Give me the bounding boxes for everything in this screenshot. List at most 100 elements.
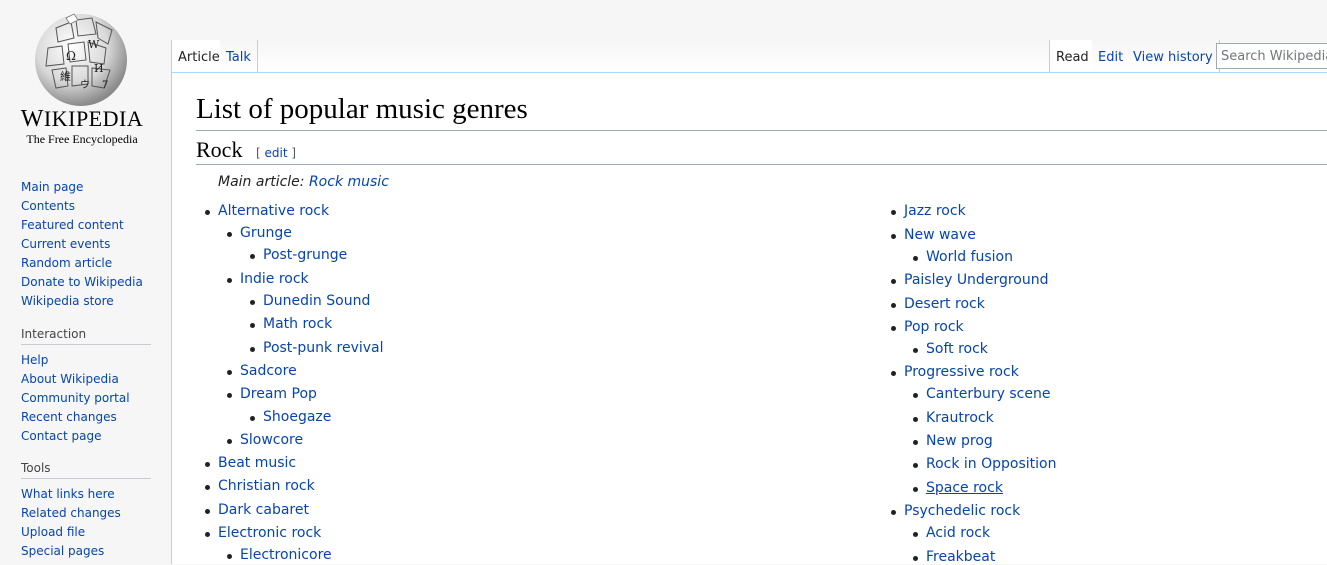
wikipedia-logo[interactable]: Ω W И 維 ウ 7 WIKIPEDIA The Free Encyclope… — [0, 0, 160, 160]
list-bullet — [227, 393, 232, 398]
sidebar-item-current-events[interactable]: Current events — [21, 235, 151, 254]
puzzle-globe-icon: Ω W И 維 ウ 7 — [35, 13, 127, 106]
genre-link-new-wave[interactable]: New wave — [904, 227, 976, 243]
genre-link-new-prog[interactable]: New prog — [926, 433, 993, 449]
list-bullet — [913, 348, 918, 353]
list-bullet — [891, 210, 896, 215]
list-bullet — [913, 417, 918, 422]
svg-text:維: 維 — [60, 70, 71, 83]
tab-edit[interactable]: Edit — [1092, 40, 1131, 73]
sidebar-item-donate-to-wikipedia[interactable]: Donate to Wikipedia — [21, 273, 151, 292]
genre-link-krautrock[interactable]: Krautrock — [926, 410, 994, 426]
genre-link-freakbeat[interactable]: Freakbeat — [926, 549, 995, 565]
tab-view-history-label: View history — [1133, 50, 1213, 65]
svg-text:7: 7 — [102, 80, 108, 91]
genre-link-canterbury-scene[interactable]: Canterbury scene — [926, 386, 1050, 402]
list-bullet — [891, 303, 896, 308]
genre-link-post-grunge[interactable]: Post-grunge — [263, 247, 347, 263]
genre-link-electronic-rock[interactable]: Electronic rock — [218, 525, 321, 541]
genre-link-desert-rock[interactable]: Desert rock — [904, 296, 985, 312]
tab-talk-label: Talk — [226, 50, 251, 65]
sidebar-item-wikipedia-store[interactable]: Wikipedia store — [21, 292, 151, 311]
sidebar-item-contents[interactable]: Contents — [21, 197, 151, 216]
sidebar-item-help[interactable]: Help — [21, 351, 151, 370]
sidebar-item-contact-page[interactable]: Contact page — [21, 427, 151, 446]
svg-text:И: И — [94, 62, 104, 75]
sidebar-item-recent-changes[interactable]: Recent changes — [21, 408, 151, 427]
sidebar-item-what-links-here[interactable]: What links here — [21, 485, 151, 504]
genre-link-beat-music[interactable]: Beat music — [218, 455, 296, 471]
list-bullet — [913, 532, 918, 537]
page-title: List of popular music genres — [196, 93, 528, 125]
section-divider — [196, 164, 1327, 165]
genre-link-progressive-rock[interactable]: Progressive rock — [904, 364, 1019, 380]
tab-edit-label: Edit — [1098, 50, 1124, 65]
genre-link-pop-rock[interactable]: Pop rock — [904, 319, 964, 335]
tab-article-label: Article — [178, 50, 220, 65]
edit-section-link: [ edit ] — [256, 146, 297, 160]
list-bullet — [891, 371, 896, 376]
genre-link-slowcore[interactable]: Slowcore — [240, 432, 303, 448]
genre-link-space-rock[interactable]: Space rock — [926, 480, 1003, 496]
svg-text:ウ: ウ — [80, 79, 90, 91]
hatnote-link-rock-music[interactable]: Rock music — [309, 174, 389, 190]
sidebar-item-random-article[interactable]: Random article — [21, 254, 151, 273]
genre-link-dream-pop[interactable]: Dream Pop — [240, 386, 317, 402]
svg-text:Ω: Ω — [66, 49, 76, 63]
tab-read[interactable]: Read — [1049, 40, 1096, 73]
sidebar-interaction: Interaction Help About Wikipedia Community… — [21, 327, 151, 446]
genre-link-paisley-underground[interactable]: Paisley Underground — [904, 272, 1048, 288]
list-bullet — [227, 370, 232, 375]
sidebar-item-featured-content[interactable]: Featured content — [21, 216, 151, 235]
list-bullet — [913, 256, 918, 261]
hatnote: Main article: Rock music — [218, 174, 389, 190]
list-bullet — [913, 393, 918, 398]
genre-link-rock-in-opposition[interactable]: Rock in Opposition — [926, 456, 1057, 472]
list-bullet — [250, 323, 255, 328]
genre-link-christian-rock[interactable]: Christian rock — [218, 478, 315, 494]
hatnote-prefix: Main article: — [218, 174, 309, 190]
genre-link-alternative-rock[interactable]: Alternative rock — [218, 203, 329, 219]
sidebar-item-special-pages[interactable]: Special pages — [21, 542, 151, 561]
edit-section-button[interactable]: edit — [265, 146, 288, 160]
sidebar-item-related-changes[interactable]: Related changes — [21, 504, 151, 523]
list-bullet — [891, 510, 896, 515]
tab-talk[interactable]: Talk — [220, 40, 258, 73]
search-input[interactable] — [1216, 43, 1327, 69]
genre-link-jazz-rock[interactable]: Jazz rock — [904, 203, 966, 219]
genre-link-dunedin-sound[interactable]: Dunedin Sound — [263, 293, 370, 309]
list-bullet — [913, 440, 918, 445]
sidebar-item-community-portal[interactable]: Community portal — [21, 389, 151, 408]
genre-link-indie-rock[interactable]: Indie rock — [240, 271, 309, 287]
genre-link-grunge[interactable]: Grunge — [240, 225, 292, 241]
genre-link-psychedelic-rock[interactable]: Psychedelic rock — [904, 503, 1020, 519]
list-bullet — [227, 278, 232, 283]
genre-link-electronicore[interactable]: Electronicore — [240, 547, 332, 563]
genre-link-soft-rock[interactable]: Soft rock — [926, 341, 988, 357]
genre-link-shoegaze[interactable]: Shoegaze — [263, 409, 331, 425]
section-heading-rock: Rock — [196, 137, 243, 162]
list-bullet — [205, 210, 210, 215]
genre-link-math-rock[interactable]: Math rock — [263, 316, 332, 332]
genre-link-post-punk-revival[interactable]: Post-punk revival — [263, 340, 384, 356]
genre-link-world-fusion[interactable]: World fusion — [926, 249, 1013, 265]
list-bullet — [250, 416, 255, 421]
list-bullet — [891, 234, 896, 239]
title-divider — [196, 130, 1327, 131]
tab-article[interactable]: Article — [171, 40, 227, 73]
genre-link-acid-rock[interactable]: Acid rock — [926, 525, 990, 541]
svg-text:W: W — [88, 38, 100, 51]
list-bullet — [891, 279, 896, 284]
genre-link-dark-cabaret[interactable]: Dark cabaret — [218, 502, 309, 518]
list-bullet — [250, 300, 255, 305]
sidebar-navigation: Main page Contents Featured content Current… — [21, 178, 151, 311]
list-bullet — [227, 232, 232, 237]
sidebar-item-upload-file[interactable]: Upload file — [21, 523, 151, 542]
list-bullet — [205, 485, 210, 490]
sidebar-item-about-wikipedia[interactable]: About Wikipedia — [21, 370, 151, 389]
tab-read-label: Read — [1056, 50, 1089, 65]
wikipedia-wordmark: WIKIPEDIA — [20, 106, 144, 132]
sidebar-item-main-page[interactable]: Main page — [21, 178, 151, 197]
tab-view-history[interactable]: View history — [1127, 40, 1220, 73]
genre-link-sadcore[interactable]: Sadcore — [240, 363, 297, 379]
